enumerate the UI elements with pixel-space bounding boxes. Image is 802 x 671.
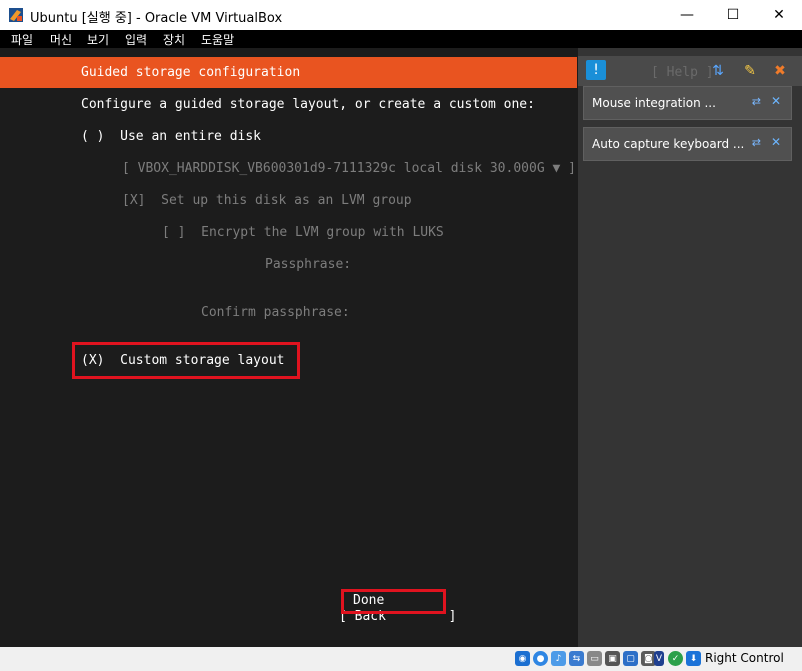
menu-devices[interactable]: 장치 — [163, 31, 185, 48]
menu-input[interactable]: 입력 — [125, 31, 147, 48]
minimize-button[interactable]: — — [664, 0, 710, 30]
menubar: 파일 머신 보기 입력 장치 도움말 — [0, 30, 802, 48]
menu-machine[interactable]: 머신 — [50, 31, 72, 48]
shared-folders-icon[interactable]: ▣ — [605, 651, 620, 666]
help-hint: [ Help ] — [651, 65, 714, 80]
optical-drive-icon[interactable]: ● — [533, 651, 548, 666]
passphrase-label: Passphrase: — [265, 257, 352, 272]
guest-additions-icon[interactable]: ✓ — [668, 651, 683, 666]
notification-item[interactable]: Auto capture keyboard ... ⇄ ✕ — [583, 127, 792, 161]
status-bar: ◉ ● ♪ ⇆ ▭ ▣ ▢ ◙ V ✓ ⬇ Right Control — [0, 647, 802, 671]
message-icon[interactable]: ! — [586, 60, 606, 80]
intro-text: Configure a guided storage layout, or cr… — [81, 97, 535, 112]
done-highlight — [341, 589, 446, 614]
lvm-checkbox[interactable]: [X] Set up this disk as an LVM group — [122, 193, 412, 208]
disk-select[interactable]: [ VBOX_HARDDISK_VB600301d9-7111329c loca… — [122, 161, 576, 176]
virtualbox-app-icon — [9, 8, 23, 22]
confirm-passphrase-label: Confirm passphrase: — [201, 305, 350, 320]
notification-toolbar: ! [ Help ] ⇅ ✎ ✖ — [578, 56, 802, 86]
pin-icon[interactable]: ⇄ — [752, 136, 761, 149]
pin-all-icon[interactable]: ✎ — [740, 61, 760, 81]
entire-disk-radio[interactable]: ( ) Use an entire disk — [81, 129, 261, 144]
audio-icon[interactable]: ♪ — [551, 651, 566, 666]
notification-text: Auto capture keyboard ... — [592, 137, 745, 151]
dismiss-icon[interactable]: ✕ — [771, 94, 781, 108]
window-titlebar: Ubuntu [실행 중] - Oracle VM VirtualBox — ☐… — [0, 0, 802, 30]
virtualization-icon[interactable]: V — [654, 651, 664, 666]
encrypt-checkbox[interactable]: [ ] Encrypt the LVM group with LUKS — [162, 225, 444, 240]
notification-text: Mouse integration ... — [592, 96, 716, 110]
dismiss-icon[interactable]: ✕ — [771, 135, 781, 149]
close-all-icon[interactable]: ✖ — [770, 61, 790, 81]
pin-icon[interactable]: ⇄ — [752, 95, 761, 108]
mouse-integration-icon[interactable]: ⬇ — [686, 651, 701, 666]
window-title: Ubuntu [실행 중] - Oracle VM VirtualBox — [30, 11, 283, 26]
usb-icon[interactable]: ▭ — [587, 651, 602, 666]
menu-view[interactable]: 보기 — [87, 31, 109, 48]
sort-icon[interactable]: ⇅ — [708, 61, 728, 81]
menu-help[interactable]: 도움말 — [201, 31, 234, 48]
display-icon[interactable]: ▢ — [623, 651, 638, 666]
maximize-button[interactable]: ☐ — [710, 0, 756, 30]
custom-layout-highlight — [72, 342, 300, 379]
installer-title: Guided storage configuration — [81, 65, 301, 80]
menu-file[interactable]: 파일 — [11, 31, 33, 48]
network-icon[interactable]: ⇆ — [569, 651, 584, 666]
notification-item[interactable]: Mouse integration ... ⇄ ✕ — [583, 86, 792, 120]
notification-panel: ! [ Help ] ⇅ ✎ ✖ Mouse integration ... ⇄… — [578, 48, 802, 647]
vm-console[interactable]: Guided storage configuration Configure a… — [0, 48, 578, 647]
hard-disk-icon[interactable]: ◉ — [515, 651, 530, 666]
close-button[interactable]: ✕ — [756, 0, 802, 30]
host-key-label[interactable]: Right Control — [705, 651, 784, 665]
